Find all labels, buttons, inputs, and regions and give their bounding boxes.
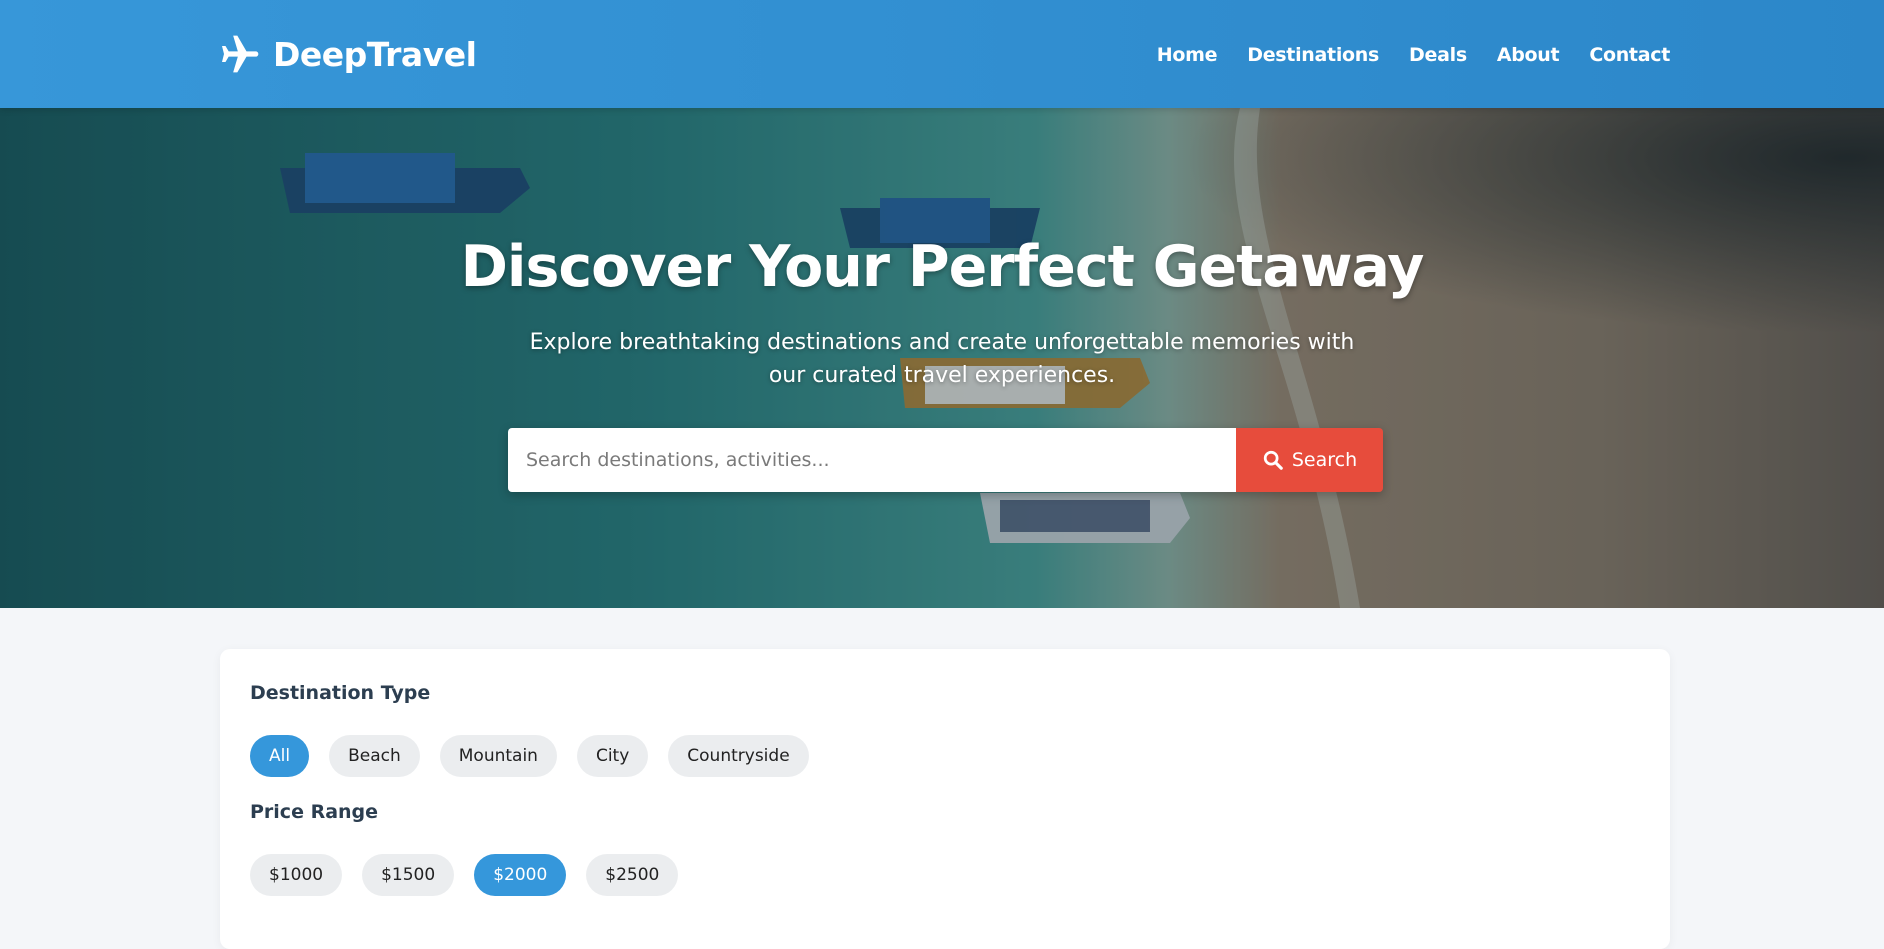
chip-all[interactable]: All <box>250 735 310 777</box>
chip-price-1500[interactable]: $1500 <box>362 854 455 896</box>
site-header: DeepTravel Home Destinations Deals About… <box>0 0 1884 108</box>
nav-destinations[interactable]: Destinations <box>1247 44 1379 66</box>
airplane-icon <box>222 35 259 73</box>
nav-about[interactable]: About <box>1497 44 1560 66</box>
chip-price-2500[interactable]: $2500 <box>586 854 679 896</box>
hero-section: Discover Your Perfect Getaway Explore br… <box>0 108 1884 608</box>
chip-price-1000[interactable]: $1000 <box>250 854 343 896</box>
hero-subtitle: Explore breathtaking destinations and cr… <box>529 330 1355 388</box>
hero-title: Discover Your Perfect Getaway <box>460 234 1425 300</box>
brand-logo[interactable]: DeepTravel <box>219 34 477 74</box>
search-icon <box>1263 450 1283 470</box>
search-button[interactable]: Search <box>1236 428 1383 492</box>
nav-home[interactable]: Home <box>1157 44 1218 66</box>
destination-type-chips: All Beach Mountain City Countryside <box>250 735 809 777</box>
chip-city[interactable]: City <box>576 735 649 777</box>
search-button-label: Search <box>1291 449 1358 471</box>
chip-price-2000[interactable]: $2000 <box>474 854 567 896</box>
nav-contact[interactable]: Contact <box>1589 44 1670 66</box>
price-range-chips: $1000 $1500 $2000 $2500 <box>250 854 679 896</box>
filters-panel: Destination Type All Beach Mountain City… <box>220 649 1670 949</box>
chip-beach[interactable]: Beach <box>329 735 420 777</box>
search-bar: Search <box>508 428 1383 492</box>
chip-countryside[interactable]: Countryside <box>668 735 809 777</box>
main-nav: Home Destinations Deals About Contact <box>1157 44 1671 66</box>
chip-mountain[interactable]: Mountain <box>439 735 557 777</box>
nav-deals[interactable]: Deals <box>1409 44 1467 66</box>
destination-type-label: Destination Type <box>250 682 431 704</box>
price-range-label: Price Range <box>250 801 379 823</box>
brand-name: DeepTravel <box>273 34 477 74</box>
search-input[interactable] <box>508 428 1236 492</box>
